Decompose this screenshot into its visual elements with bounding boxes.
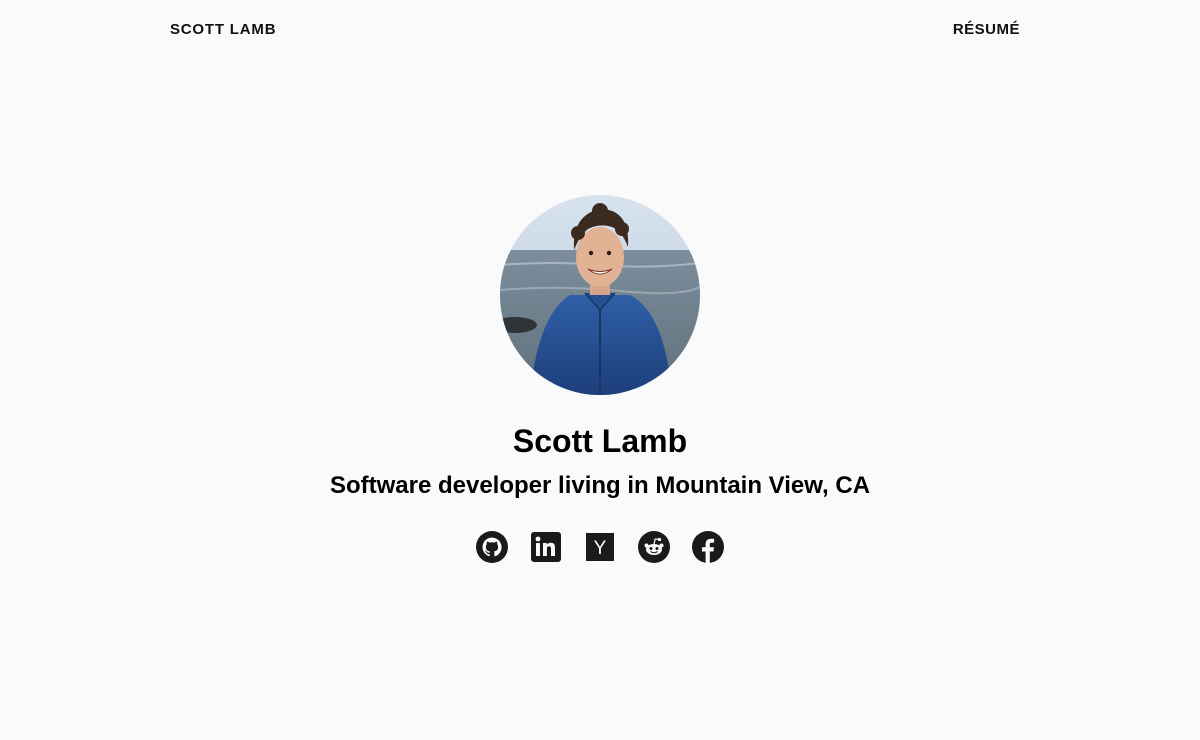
reddit-icon bbox=[638, 531, 670, 563]
profile-name: Scott Lamb bbox=[512, 423, 688, 459]
profile-photo-image bbox=[500, 195, 700, 395]
resume-link[interactable]: RÉSUMÉ bbox=[953, 21, 1020, 38]
linkedin-link[interactable] bbox=[530, 531, 562, 563]
hacker-news-glyph: Y bbox=[594, 538, 607, 559]
github-link[interactable] bbox=[476, 531, 508, 563]
linkedin-icon bbox=[531, 532, 561, 562]
hacker-news-link[interactable]: Y bbox=[584, 531, 616, 563]
top-navigation: SCOTT LAMB RÉSUMÉ bbox=[170, 0, 1020, 60]
reddit-link[interactable] bbox=[638, 531, 670, 563]
facebook-link[interactable] bbox=[692, 531, 724, 563]
hacker-news-icon: Y bbox=[586, 533, 614, 561]
site-brand-link[interactable]: SCOTT LAMB bbox=[170, 21, 276, 38]
profile-hero: Scott Lamb Software developer living in … bbox=[0, 195, 1200, 563]
facebook-icon bbox=[692, 531, 724, 563]
github-icon bbox=[476, 531, 508, 563]
social-links: Y bbox=[0, 531, 1200, 563]
profile-tagline: Software developer living in Mountain Vi… bbox=[329, 472, 871, 499]
profile-photo bbox=[500, 195, 700, 395]
